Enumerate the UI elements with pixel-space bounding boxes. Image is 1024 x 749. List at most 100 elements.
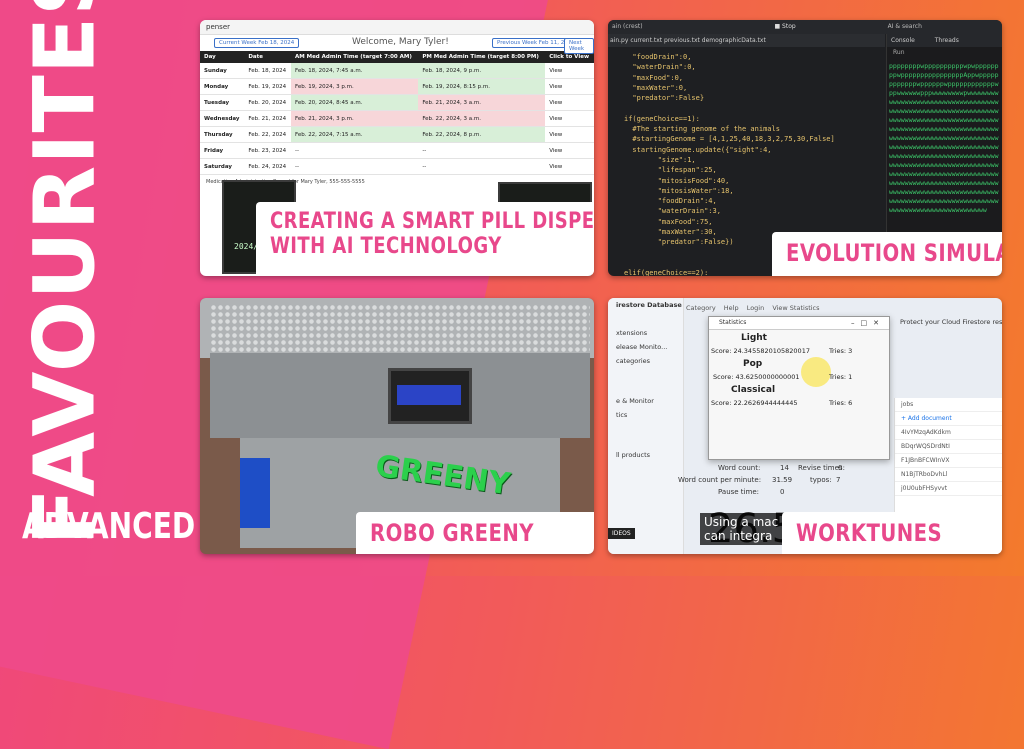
label-line2: WITH AI TECHNOLOGY bbox=[270, 233, 502, 259]
label-text: WORKTUNES bbox=[796, 519, 943, 547]
console-tabs: Console Threads bbox=[887, 34, 1002, 47]
ai-search[interactable]: AI & search bbox=[888, 23, 922, 30]
score-light: Score: 24.3455820105820017 bbox=[711, 347, 810, 355]
ide-top-bar: ain (crest) ■ Stop AI & search bbox=[608, 20, 1002, 34]
pm-cell: -- bbox=[418, 158, 546, 175]
welcome-text: Welcome, Mary Tyler! bbox=[352, 37, 449, 47]
view-link[interactable]: View bbox=[545, 126, 594, 143]
score-classical: Score: 22.2626944444445 bbox=[711, 399, 798, 407]
sidebar-item[interactable]: e & Monitor bbox=[608, 394, 683, 408]
pm-cell: Feb. 19, 2024, 8:15 p.m. bbox=[418, 78, 546, 95]
sidebar-item[interactable]: elease Monito... bbox=[608, 340, 683, 354]
view-link[interactable]: View bbox=[545, 142, 594, 159]
pm-cell: -- bbox=[418, 142, 546, 159]
stop-button[interactable]: ■ Stop bbox=[774, 23, 795, 30]
pause-label: Pause time: bbox=[718, 488, 759, 496]
favourites-title: FAVOURITES bbox=[10, 0, 120, 546]
menu-view-statistics[interactable]: View Statistics bbox=[772, 304, 819, 312]
doc-id[interactable]: 4IvYMzqAdKdkm bbox=[895, 426, 1002, 440]
tab-console[interactable]: Console bbox=[891, 37, 915, 44]
app-menu: Category Help Login View Statistics bbox=[686, 304, 826, 312]
pause-value: 0 bbox=[780, 488, 785, 496]
col-pm: PM Med Admin Time (target 8:00 PM) bbox=[418, 51, 546, 63]
next-week-button[interactable]: Next Week bbox=[564, 38, 594, 54]
pm-cell: Feb. 22, 2024, 3 a.m. bbox=[418, 110, 546, 127]
current-week-button[interactable]: Current Week Feb 18, 2024 bbox=[214, 38, 300, 48]
collection-jobs[interactable]: jobs bbox=[895, 398, 1002, 412]
am-cell: Feb. 20, 2024, 8:45 a.m. bbox=[290, 94, 419, 111]
lego-studs bbox=[210, 304, 590, 354]
card-label: ROBO GREENY bbox=[356, 512, 594, 554]
doc-id[interactable]: F1JBnBFCWInVX bbox=[895, 454, 1002, 468]
day-cell: Sunday bbox=[200, 63, 245, 79]
date-cell: Feb. 21, 2024 bbox=[244, 110, 291, 127]
wpm-label: Word count per minute: bbox=[678, 476, 762, 484]
lcd-screen bbox=[397, 385, 461, 405]
menu-login[interactable]: Login bbox=[747, 304, 765, 312]
menu-help[interactable]: Help bbox=[724, 304, 739, 312]
word-count-value: 14 bbox=[780, 464, 789, 472]
view-link[interactable]: View bbox=[545, 158, 594, 175]
thumbnail-text: 2024/ bbox=[234, 242, 259, 251]
date-cell: Feb. 18, 2024 bbox=[244, 63, 291, 79]
window-controls[interactable]: –□✕ bbox=[851, 317, 885, 329]
genre-pop: Pop bbox=[743, 359, 763, 369]
blue-brick bbox=[240, 458, 270, 528]
table-row: Thursday Feb. 22, 2024 Feb. 22, 2024, 7:… bbox=[200, 126, 594, 143]
card-worktunes[interactable]: irestore Database xtensions elease Monit… bbox=[608, 298, 1002, 554]
week-nav: Current Week Feb 18, 2024 Welcome, Mary … bbox=[200, 35, 594, 54]
am-cell: -- bbox=[290, 142, 419, 159]
tries-light: Tries: 3 bbox=[829, 347, 853, 355]
tab-threads[interactable]: Threads bbox=[935, 37, 959, 44]
add-document-button[interactable]: + Add document bbox=[895, 412, 1002, 426]
am-cell: -- bbox=[290, 158, 419, 175]
editor-tabs[interactable]: ain.py current.txt previous.txt demograp… bbox=[608, 34, 885, 47]
card-label: CREATING A SMART PILL DISPENSER WITH AI … bbox=[256, 202, 594, 276]
card-evolution-simulation[interactable]: ain (crest) ■ Stop AI & search ain.py cu… bbox=[608, 20, 1002, 276]
view-link[interactable]: View bbox=[545, 78, 594, 95]
day-cell: Tuesday bbox=[200, 94, 245, 111]
doc-id[interactable]: BDqrWQSDrdNtI bbox=[895, 440, 1002, 454]
project-name: ain (crest) bbox=[612, 23, 643, 30]
card-robo-greeny[interactable]: GREENY ROBO GREENY bbox=[200, 298, 594, 554]
doc-id[interactable]: N1BjTRboDvhLl bbox=[895, 468, 1002, 482]
col-date: Date bbox=[244, 51, 291, 63]
browser-tab: penser bbox=[200, 20, 594, 35]
table-header-row: Day Date AM Med Admin Time (target 7:00 … bbox=[200, 51, 594, 63]
sidebar-item[interactable]: irestore Database bbox=[608, 298, 683, 312]
date-cell: Feb. 22, 2024 bbox=[244, 126, 291, 143]
stop-label: Stop bbox=[782, 23, 796, 30]
lcd-display bbox=[388, 368, 472, 424]
statistics-window: Statistics –□✕ Light Score: 24.345582010… bbox=[708, 316, 890, 460]
card-smart-pill-dispenser[interactable]: penser Current Week Feb 18, 2024 Welcome… bbox=[200, 20, 594, 276]
wpm-value: 31.59 bbox=[772, 476, 793, 484]
video-caption: Using a mac can integra bbox=[700, 513, 783, 545]
sidebar-item[interactable]: categories bbox=[608, 354, 683, 368]
sidebar-item[interactable]: ll products bbox=[608, 448, 683, 462]
day-cell: Friday bbox=[200, 142, 245, 159]
cursor-highlight bbox=[801, 357, 831, 387]
lego-top-plate bbox=[200, 298, 594, 358]
tries-pop: Tries: 1 bbox=[829, 373, 853, 381]
view-link[interactable]: View bbox=[545, 63, 594, 79]
card-label: EVOLUTION SIMULATION bbox=[772, 232, 1002, 276]
table-row: Saturday Feb. 24, 2024 -- -- View bbox=[200, 158, 594, 175]
menu-category[interactable]: Category bbox=[686, 304, 716, 312]
sidebar-item[interactable]: tics bbox=[608, 408, 683, 422]
simulation-grid-output: ppppppppwppppppppppwpwppppppppwppppppppp… bbox=[889, 62, 999, 214]
card-label: WORKTUNES bbox=[782, 512, 1002, 554]
word-count-label: Word count: bbox=[718, 464, 761, 472]
view-link[interactable]: View bbox=[545, 110, 594, 127]
day-cell: Thursday bbox=[200, 126, 245, 143]
col-day: Day bbox=[200, 51, 245, 63]
sidebar-item[interactable]: xtensions bbox=[608, 326, 683, 340]
run-label[interactable]: Run bbox=[887, 47, 1002, 58]
label-text: ROBO GREENY bbox=[370, 519, 534, 547]
view-link[interactable]: View bbox=[545, 94, 594, 111]
doc-id[interactable]: j0U0ubFHSyvvt bbox=[895, 482, 1002, 496]
date-cell: Feb. 24, 2024 bbox=[244, 158, 291, 175]
score-pop: Score: 43.6250000000001 bbox=[713, 373, 800, 381]
table-row: Friday Feb. 23, 2024 -- -- View bbox=[200, 142, 594, 159]
date-cell: Feb. 19, 2024 bbox=[244, 78, 291, 95]
